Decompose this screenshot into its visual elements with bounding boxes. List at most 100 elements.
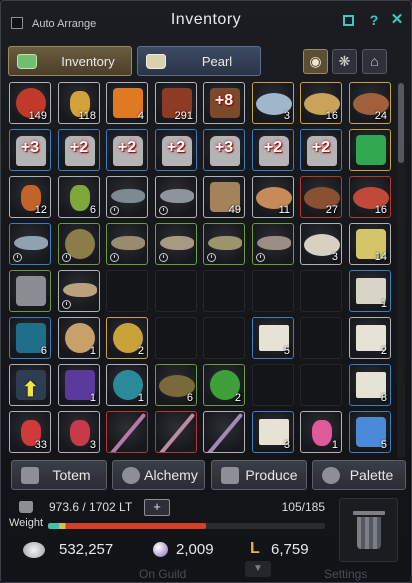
inventory-slot[interactable]: 149 <box>9 82 51 124</box>
inventory-slot[interactable]: 1 <box>58 317 100 359</box>
inventory-slot[interactable]: 14 <box>349 223 391 265</box>
tab-inventory[interactable]: Inventory <box>8 46 132 76</box>
expand-weight-button[interactable]: + <box>144 499 170 516</box>
item-quantity: 6 <box>89 204 96 216</box>
inventory-slot[interactable] <box>155 176 197 218</box>
slot-count: 105/185 <box>281 500 325 514</box>
inventory-slot[interactable] <box>106 411 148 453</box>
enhancement-level: +2 <box>166 139 186 156</box>
inventory-slot[interactable]: 3 <box>58 411 100 453</box>
empty-slot[interactable] <box>155 270 197 312</box>
inventory-slot[interactable]: 3 <box>300 223 342 265</box>
inventory-slot[interactable]: 118 <box>58 82 100 124</box>
inventory-slot[interactable] <box>155 411 197 453</box>
empty-slot[interactable] <box>300 317 342 359</box>
fish-icon <box>257 236 291 250</box>
inventory-slot[interactable]: 11 <box>252 176 294 218</box>
inventory-slot[interactable]: +3 <box>203 129 245 171</box>
inventory-slot[interactable]: 5 <box>252 317 294 359</box>
inventory-slot[interactable] <box>9 223 51 265</box>
inventory-slot[interactable]: 2 <box>203 364 245 406</box>
inventory-slot[interactable] <box>203 223 245 265</box>
inventory-slot[interactable] <box>9 270 51 312</box>
inventory-slot[interactable]: 16 <box>349 176 391 218</box>
empty-slot[interactable] <box>106 270 148 312</box>
inventory-slot[interactable]: 1 <box>349 270 391 312</box>
inventory-slot[interactable]: 3 <box>252 82 294 124</box>
inventory-slot[interactable] <box>58 223 100 265</box>
empty-slot[interactable] <box>203 270 245 312</box>
produce-button[interactable]: Produce <box>211 460 307 490</box>
empty-slot[interactable] <box>203 317 245 359</box>
pouch-icon[interactable]: ◉ <box>303 49 328 74</box>
inventory-slot[interactable]: 12 <box>9 176 51 218</box>
inventory-slot[interactable]: +2 <box>155 129 197 171</box>
popout-icon[interactable] <box>341 12 357 28</box>
inventory-slot[interactable]: +3 <box>9 129 51 171</box>
rod-icon <box>158 412 196 452</box>
fish-icon <box>111 236 145 250</box>
inventory-slot[interactable]: +8 <box>203 82 245 124</box>
inventory-slot[interactable]: 8 <box>349 364 391 406</box>
inventory-slot[interactable]: 1 <box>106 364 148 406</box>
empty-slot[interactable] <box>252 364 294 406</box>
inventory-slot[interactable] <box>252 223 294 265</box>
inventory-slot[interactable]: 6 <box>58 176 100 218</box>
rod-icon <box>206 412 244 452</box>
inventory-slot[interactable]: 24 <box>349 82 391 124</box>
inventory-slot[interactable]: 27 <box>300 176 342 218</box>
wheel-icon[interactable]: ❋ <box>332 49 357 74</box>
inventory-slot[interactable]: 1 <box>58 364 100 406</box>
item-quantity: 14 <box>374 251 387 263</box>
palette-button[interactable]: Palette <box>312 460 406 490</box>
totem-button[interactable]: Totem <box>11 460 107 490</box>
item-quantity: 33 <box>34 439 47 451</box>
inventory-slot[interactable]: +2 <box>106 129 148 171</box>
inventory-slot[interactable]: 6 <box>155 364 197 406</box>
ore-icon <box>16 276 46 306</box>
inventory-slot[interactable]: +2 <box>58 129 100 171</box>
bag-icon <box>146 54 166 69</box>
empty-slot[interactable] <box>300 364 342 406</box>
empty-slot[interactable] <box>252 270 294 312</box>
inventory-slot[interactable]: 6 <box>9 317 51 359</box>
inventory-slot[interactable]: ⬆ <box>9 364 51 406</box>
inventory-grid: 149 118 4 291 +8 3 16 24 +3 +2 +2 +2 +3 +2 +2 12 6 49 11 27… <box>9 82 393 458</box>
alchemy-button[interactable]: Alchemy <box>112 460 205 490</box>
inventory-slot[interactable]: 33 <box>9 411 51 453</box>
empty-slot[interactable] <box>155 317 197 359</box>
scroll-thumb[interactable] <box>398 83 404 163</box>
inventory-slot[interactable]: 5 <box>349 411 391 453</box>
inventory-slot[interactable] <box>155 223 197 265</box>
tab-pearl[interactable]: Pearl <box>137 46 261 76</box>
inventory-slot[interactable]: 291 <box>155 82 197 124</box>
chevron-down-icon[interactable]: ▼ <box>245 561 271 577</box>
item-quantity: 6 <box>186 392 193 404</box>
inventory-slot[interactable]: 4 <box>106 82 148 124</box>
inventory-slot[interactable]: 3 <box>252 411 294 453</box>
grid-scrollbar[interactable] <box>397 82 405 458</box>
inventory-slot[interactable] <box>58 270 100 312</box>
inventory-window: Auto Arrange Inventory ? ✕ Inventory Pea… <box>0 0 412 583</box>
inventory-slot[interactable]: +2 <box>300 129 342 171</box>
inventory-slot[interactable]: 1 <box>300 411 342 453</box>
inventory-slot[interactable]: 2 <box>106 317 148 359</box>
inventory-slot[interactable] <box>349 129 391 171</box>
inventory-slot[interactable] <box>106 223 148 265</box>
help-button[interactable]: ? <box>366 12 382 28</box>
inventory-slot[interactable]: 49 <box>203 176 245 218</box>
potion-icon <box>70 185 90 211</box>
close-button[interactable]: ✕ <box>389 12 405 28</box>
title-bar[interactable]: Auto Arrange Inventory ? ✕ <box>1 1 411 37</box>
inventory-slot[interactable]: 2 <box>349 317 391 359</box>
house-icon[interactable]: ⌂ <box>362 49 387 74</box>
empty-slot[interactable] <box>300 270 342 312</box>
palette-icon <box>322 467 340 484</box>
inventory-slot[interactable]: +2 <box>252 129 294 171</box>
inventory-slot[interactable]: 16 <box>300 82 342 124</box>
clock-icon <box>159 253 168 262</box>
inventory-slot[interactable] <box>106 176 148 218</box>
inventory-slot[interactable] <box>203 411 245 453</box>
trash-icon <box>353 511 385 515</box>
trash-button[interactable] <box>339 498 398 562</box>
